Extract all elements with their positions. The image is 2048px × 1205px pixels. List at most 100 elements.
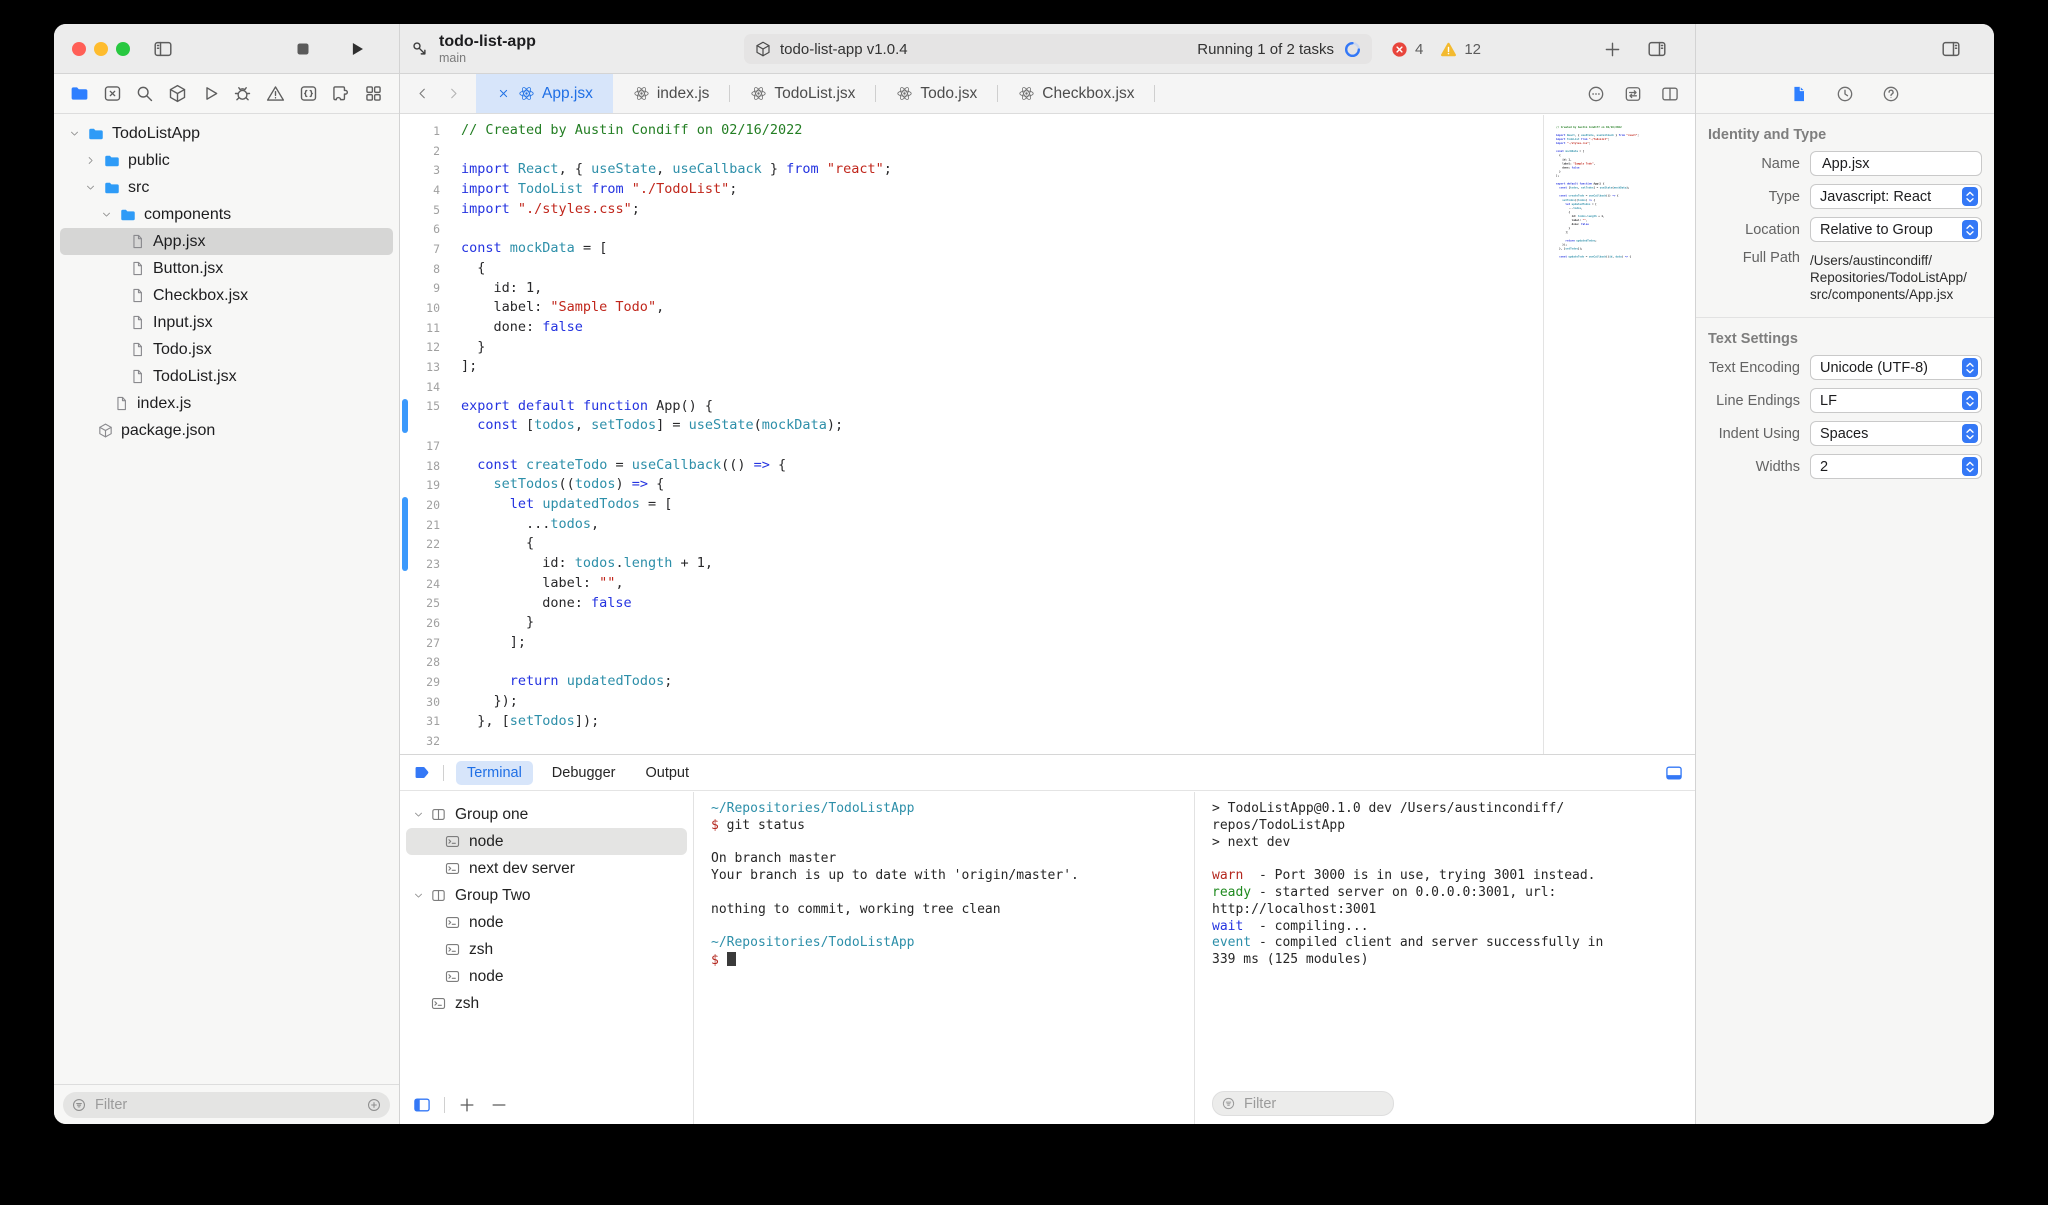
file-tree-row[interactable]: Input.jsx — [60, 309, 393, 336]
package-icon[interactable] — [167, 83, 188, 104]
help-inspector-icon[interactable] — [1881, 84, 1901, 104]
run-button[interactable] — [346, 24, 368, 74]
terminal-filter-input[interactable] — [1242, 1094, 1385, 1113]
file-tree-row[interactable]: components — [60, 201, 393, 228]
editor-tab[interactable]: index.js — [613, 74, 730, 113]
toggle-left-sidebar-icon[interactable] — [152, 24, 174, 74]
minimize-window-button[interactable] — [94, 42, 108, 56]
navigator-filter-field[interactable] — [63, 1091, 390, 1118]
bug-icon[interactable] — [232, 83, 253, 104]
toggle-bottom-panel-icon[interactable] — [1664, 763, 1684, 783]
text-encoding-select[interactable]: Unicode (UTF-8) — [1810, 355, 1982, 380]
grid-icon[interactable] — [363, 83, 384, 104]
file-tree-row[interactable]: Todo.jsx — [60, 336, 393, 363]
activity-status-bar[interactable]: todo-list-app v1.0.4 Running 1 of 2 task… — [744, 34, 1372, 64]
folder-icon[interactable] — [69, 83, 90, 104]
terminal-session-list: Group one node next dev server Group Two nod… — [400, 792, 694, 1124]
stepper-icon — [1962, 358, 1978, 377]
toggle-inspector-icon[interactable] — [1940, 24, 1962, 74]
terminal-line: $ git status — [711, 817, 805, 833]
warning-icon[interactable] — [265, 83, 286, 104]
file-inspector-icon[interactable] — [1789, 84, 1809, 104]
terminal-session-row[interactable]: node — [406, 828, 687, 855]
code-editor[interactable]: 1// Created by Austin Condiff on 02/16/2… — [400, 115, 1696, 754]
inspector-divider[interactable] — [1695, 24, 1696, 1124]
file-tree-row[interactable]: src — [60, 174, 393, 201]
remove-session-icon[interactable] — [489, 1095, 509, 1115]
chevron-down-icon[interactable] — [84, 181, 97, 194]
location-select[interactable]: Relative to Group — [1810, 217, 1982, 242]
terminal-line: repos/TodoListApp — [1212, 817, 1346, 833]
close-square-icon[interactable] — [102, 83, 123, 104]
file-tree-row[interactable]: Checkbox.jsx — [60, 282, 393, 309]
file-name: Button.jsx — [153, 259, 224, 277]
editor-tab[interactable]: Checkbox.jsx — [998, 74, 1154, 113]
name-label: Name — [1761, 155, 1800, 172]
file-tree-row[interactable]: TodoListApp — [60, 120, 393, 147]
toggle-session-sidebar-icon[interactable] — [412, 1095, 432, 1115]
file-name: public — [128, 151, 170, 169]
name-input[interactable] — [1820, 154, 1978, 173]
editor-tab[interactable]: App.jsx — [476, 74, 613, 113]
bottom-tab-terminal[interactable]: Terminal — [456, 760, 533, 785]
file-icon — [129, 368, 146, 385]
chevron-down-icon[interactable] — [412, 808, 425, 821]
braces-icon[interactable] — [298, 83, 319, 104]
editor-tab[interactable]: Todo.jsx — [876, 74, 997, 113]
terminal-session-row[interactable]: zsh — [406, 936, 687, 963]
terminal-session-row[interactable]: next dev server — [406, 855, 687, 882]
bottom-tab-output[interactable]: Output — [634, 761, 700, 785]
filter-icon — [1221, 1096, 1236, 1111]
add-session-icon[interactable] — [457, 1095, 477, 1115]
file-tree-row[interactable]: public — [60, 147, 393, 174]
editor-tab[interactable]: TodoList.jsx — [730, 74, 875, 113]
chevron-down-icon[interactable] — [100, 208, 113, 221]
terminal-pane-left[interactable]: ~/Repositories/TodoListApp $ git status O… — [695, 792, 1195, 1124]
line-endings-select[interactable]: LF — [1810, 388, 1982, 413]
file-tree-row[interactable]: App.jsx — [60, 228, 393, 255]
terminal-session-row[interactable]: node — [406, 963, 687, 990]
stop-button[interactable] — [292, 24, 314, 74]
add-tab-icon[interactable] — [1602, 24, 1623, 74]
search-icon[interactable] — [134, 83, 155, 104]
file-tree-row[interactable]: index.js — [60, 390, 393, 417]
zoom-window-button[interactable] — [116, 42, 130, 56]
terminal-session-row[interactable]: zsh — [406, 990, 687, 1017]
file-tree-row[interactable]: package.json — [60, 417, 393, 444]
chevron-down-icon[interactable] — [412, 889, 425, 902]
terminal-session-row[interactable]: Group one — [406, 801, 687, 828]
add-filter-icon[interactable] — [366, 1097, 382, 1113]
widths-stepper[interactable]: 2 — [1810, 454, 1982, 479]
chevron-down-icon[interactable] — [68, 127, 81, 140]
extension-icon[interactable] — [330, 83, 351, 104]
play-icon[interactable] — [200, 83, 221, 104]
history-inspector-icon[interactable] — [1835, 84, 1855, 104]
terminal-session-row[interactable]: node — [406, 909, 687, 936]
close-icon[interactable] — [496, 86, 511, 101]
issue-badges[interactable]: 4 12 — [1390, 24, 1491, 74]
indent-using-select[interactable]: Spaces — [1810, 421, 1982, 446]
swap-editor-icon[interactable] — [1623, 84, 1643, 104]
name-field[interactable] — [1810, 151, 1982, 176]
terminal-session-row[interactable]: Group Two — [406, 882, 687, 909]
forward-icon[interactable] — [445, 85, 462, 102]
bottom-tab-debugger[interactable]: Debugger — [541, 761, 627, 785]
close-window-button[interactable] — [72, 42, 86, 56]
tab-label: Checkbox.jsx — [1042, 84, 1135, 102]
minimap[interactable]: // Created by Austin Condiff on 02/16/20… — [1543, 115, 1696, 754]
code-pane[interactable]: 1// Created by Austin Condiff on 02/16/2… — [400, 115, 1543, 754]
back-icon[interactable] — [414, 85, 431, 102]
type-label: Type — [1768, 188, 1800, 205]
code-line: 18 const createTodo = useCallback(() => … — [426, 456, 787, 473]
toggle-editor-panel-icon[interactable] — [1646, 24, 1668, 74]
more-options-icon[interactable] — [1586, 84, 1606, 104]
split-editor-icon[interactable] — [1660, 84, 1680, 104]
chevron-right-icon[interactable] — [84, 154, 97, 167]
navigator-divider[interactable] — [399, 24, 400, 1124]
terminal-pane-right[interactable]: > TodoListApp@0.1.0 dev /Users/austincon… — [1196, 792, 1696, 1124]
file-tree-row[interactable]: Button.jsx — [60, 255, 393, 282]
file-tree-row[interactable]: TodoList.jsx — [60, 363, 393, 390]
terminal-filter-field[interactable] — [1212, 1091, 1394, 1116]
type-select[interactable]: Javascript: React — [1810, 184, 1982, 209]
navigator-filter-input[interactable] — [93, 1095, 366, 1114]
